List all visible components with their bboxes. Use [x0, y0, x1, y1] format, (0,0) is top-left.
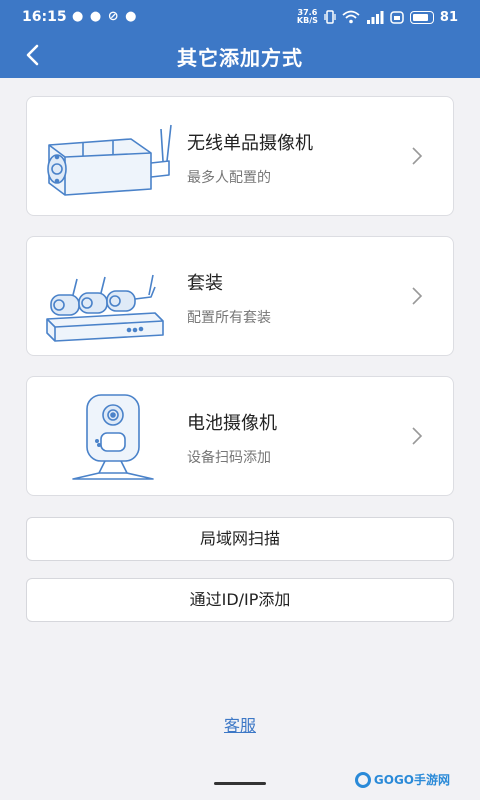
- chevron-right-icon: [412, 287, 423, 305]
- option-battery-camera[interactable]: 电池摄像机 设备扫码添加: [26, 376, 454, 496]
- option-title: 套装: [187, 273, 223, 294]
- battery-level: 81: [439, 9, 458, 25]
- battery-icon: [409, 10, 434, 24]
- watermark-logo-icon: [354, 771, 371, 788]
- wifi-icon: [342, 10, 360, 24]
- notification-icons: ● ● ⊘ ●: [72, 9, 138, 24]
- status-time: 16:15: [22, 9, 67, 25]
- watermark-text: GOGO手游网: [373, 773, 450, 787]
- watermark: GOGO手游网: [354, 771, 450, 788]
- customer-service-link[interactable]: 客服: [0, 712, 480, 736]
- chevron-right-icon: [412, 427, 423, 445]
- option-kit[interactable]: 套装 配置所有套装: [26, 236, 454, 356]
- page-title: 其它添加方式: [177, 46, 303, 70]
- home-indicator[interactable]: [214, 782, 266, 785]
- signal-icon: [366, 10, 384, 24]
- header: 其它添加方式: [0, 36, 480, 76]
- battery-camera-icon: [72, 394, 154, 480]
- status-right: 37.6 KB/S 81: [297, 9, 458, 25]
- hd-icon: [390, 10, 404, 24]
- option-wireless-camera[interactable]: 无线单品摄像机 最多人配置的: [26, 96, 454, 216]
- wireless-camera-icon: [47, 124, 172, 196]
- option-subtitle: 设备扫码添加: [187, 450, 271, 466]
- net-speed: 37.6 KB/S: [297, 9, 318, 25]
- option-title: 无线单品摄像机: [187, 133, 313, 154]
- add-by-id-ip-button[interactable]: 通过ID/IP添加: [26, 578, 454, 622]
- option-subtitle: 配置所有套装: [187, 310, 271, 326]
- vibrate-icon: [324, 10, 336, 24]
- chevron-right-icon: [412, 147, 423, 165]
- net-speed-unit: KB/S: [296, 16, 318, 25]
- option-title: 电池摄像机: [187, 413, 277, 434]
- top-bar: 16:15 ● ● ⊘ ● 37.6 KB/S 81 其它添加方式: [0, 0, 480, 78]
- option-subtitle: 最多人配置的: [187, 170, 271, 186]
- status-bar: 16:15 ● ● ⊘ ● 37.6 KB/S 81: [0, 0, 480, 36]
- lan-scan-button[interactable]: 局域网扫描: [26, 517, 454, 561]
- nvr-kit-icon: [46, 274, 164, 342]
